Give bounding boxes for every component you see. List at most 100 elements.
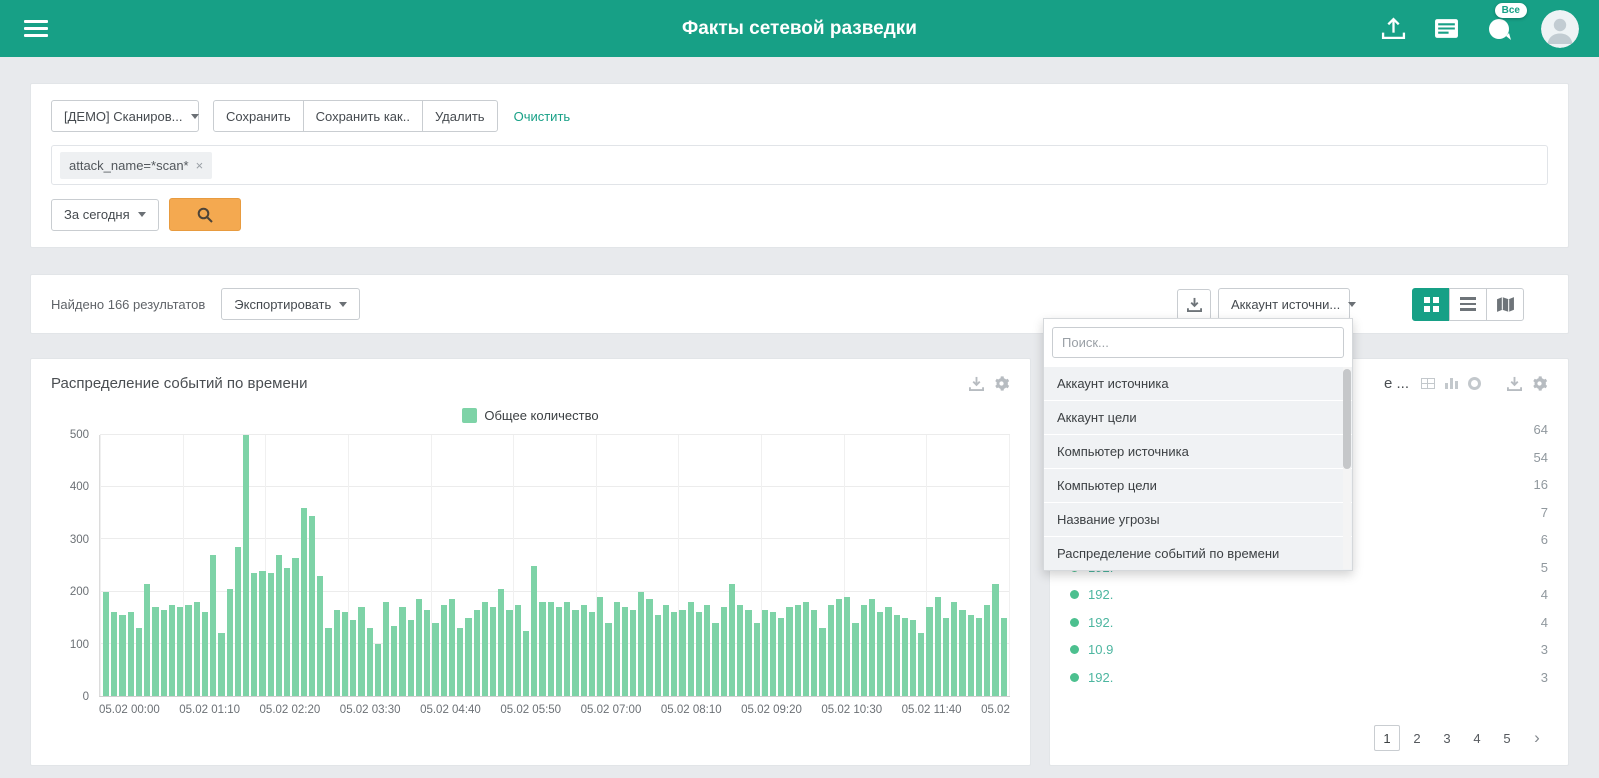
chart-bar[interactable] bbox=[103, 591, 110, 696]
chart-bar[interactable] bbox=[868, 599, 876, 696]
pagination-page[interactable]: 4 bbox=[1464, 725, 1490, 751]
chart-bar[interactable] bbox=[308, 515, 316, 696]
chart-bar[interactable] bbox=[424, 609, 431, 696]
delete-button[interactable]: Удалить bbox=[421, 100, 498, 132]
chart-bar[interactable] bbox=[292, 557, 299, 696]
pagination-page[interactable]: 2 bbox=[1404, 725, 1430, 751]
chart-bar[interactable] bbox=[695, 612, 703, 696]
chart-bar[interactable] bbox=[448, 599, 456, 696]
chart-bar[interactable] bbox=[901, 617, 908, 696]
chart-bar[interactable] bbox=[210, 555, 217, 696]
group-row[interactable]: 10.9 3 bbox=[1070, 636, 1548, 664]
chart-bar[interactable] bbox=[588, 612, 596, 696]
chart-bar[interactable] bbox=[942, 617, 950, 696]
download-icon[interactable] bbox=[969, 376, 984, 391]
chart-bar[interactable] bbox=[539, 602, 546, 696]
chart-bar[interactable] bbox=[621, 607, 628, 696]
chart-bar[interactable] bbox=[168, 604, 176, 696]
chart-bar[interactable] bbox=[646, 599, 653, 696]
chart-bar[interactable] bbox=[811, 609, 818, 696]
save-button[interactable]: Сохранить bbox=[213, 100, 304, 132]
chart-bar[interactable] bbox=[555, 607, 563, 696]
chart-bar[interactable] bbox=[959, 609, 966, 696]
pagination-page[interactable]: 5 bbox=[1494, 725, 1520, 751]
chart-bar[interactable] bbox=[827, 604, 834, 696]
view-map-button[interactable] bbox=[1486, 287, 1524, 321]
chart-bar[interactable] bbox=[613, 602, 620, 696]
pagination-page[interactable]: 1 bbox=[1374, 725, 1400, 751]
chart-bar[interactable] bbox=[786, 607, 793, 696]
chart-bar[interactable] bbox=[753, 622, 760, 696]
chart-bar[interactable] bbox=[267, 573, 274, 696]
chart-bar[interactable] bbox=[514, 604, 521, 696]
chart-bar[interactable] bbox=[778, 617, 785, 696]
chart-bar[interactable] bbox=[234, 547, 241, 696]
chart-bar[interactable] bbox=[391, 625, 398, 696]
chart-bar[interactable] bbox=[926, 607, 933, 696]
chart-bar[interactable] bbox=[300, 508, 307, 696]
chart-bar[interactable] bbox=[761, 609, 768, 696]
chart-bar[interactable] bbox=[893, 615, 900, 696]
chart-bar[interactable] bbox=[490, 607, 497, 696]
chart-bar[interactable] bbox=[465, 617, 472, 696]
chart-bar[interactable] bbox=[844, 596, 851, 696]
chart-bar[interactable] bbox=[819, 628, 826, 696]
chart-bar[interactable] bbox=[317, 575, 324, 696]
group-row[interactable]: 192. 3 bbox=[1070, 664, 1548, 692]
scrollbar[interactable] bbox=[1343, 367, 1351, 569]
chart-bar[interactable] bbox=[358, 607, 365, 696]
chart-bar[interactable] bbox=[951, 602, 958, 696]
preset-dropdown[interactable]: [ДЕМО] Сканиров... bbox=[51, 100, 199, 132]
chart-bar[interactable] bbox=[984, 604, 991, 696]
group-row[interactable]: 192. 4 bbox=[1070, 609, 1548, 637]
chart-bar[interactable] bbox=[144, 583, 151, 696]
scrollbar-thumb[interactable] bbox=[1343, 369, 1351, 469]
chart-bar[interactable] bbox=[967, 615, 974, 696]
chart-bar[interactable] bbox=[382, 602, 390, 696]
chart-bar[interactable] bbox=[704, 604, 711, 696]
chart-bar[interactable] bbox=[638, 591, 645, 696]
chart-bar[interactable] bbox=[1000, 617, 1007, 696]
query-input[interactable]: attack_name=*scan* bbox=[51, 145, 1548, 185]
chart-bar[interactable] bbox=[671, 612, 678, 696]
chart-bar[interactable] bbox=[325, 628, 332, 696]
reports-icon[interactable] bbox=[1434, 18, 1459, 39]
pagination-next[interactable]: › bbox=[1524, 725, 1550, 751]
chart-bar[interactable] bbox=[712, 622, 719, 696]
chart-bar[interactable] bbox=[877, 612, 884, 696]
chart-bar[interactable] bbox=[909, 620, 917, 696]
chart-bar[interactable] bbox=[852, 622, 859, 696]
chart-bar[interactable] bbox=[275, 555, 283, 696]
chart-bar[interactable] bbox=[432, 622, 439, 696]
chart-bar[interactable] bbox=[769, 612, 777, 696]
period-dropdown[interactable]: За сегодня bbox=[51, 198, 159, 231]
chart-bar[interactable] bbox=[135, 628, 143, 696]
group-row[interactable]: 192. 4 bbox=[1070, 581, 1548, 609]
avatar[interactable] bbox=[1541, 9, 1579, 48]
chart-bar[interactable] bbox=[407, 620, 414, 696]
chart-bar[interactable] bbox=[201, 612, 209, 696]
chart-bar[interactable] bbox=[341, 612, 349, 696]
chart-bar[interactable] bbox=[934, 596, 941, 696]
upload-icon[interactable] bbox=[1381, 17, 1406, 40]
dropdown-option[interactable]: Аккаунт цели bbox=[1044, 400, 1352, 434]
chart-bar[interactable] bbox=[242, 435, 250, 696]
chart-bar[interactable] bbox=[572, 609, 579, 696]
download-icon[interactable] bbox=[1507, 376, 1522, 391]
chart-bar[interactable] bbox=[506, 609, 513, 696]
chart-bar[interactable] bbox=[597, 596, 604, 696]
chart-bar[interactable] bbox=[835, 599, 843, 696]
chart-bar[interactable] bbox=[226, 589, 233, 696]
chart-bar[interactable] bbox=[440, 604, 447, 696]
view-grid-button[interactable] bbox=[1412, 287, 1450, 321]
chart-bar[interactable] bbox=[119, 615, 126, 696]
chart-bar[interactable] bbox=[522, 630, 530, 696]
chart-bar[interactable] bbox=[251, 573, 258, 696]
table-view-icon[interactable] bbox=[1421, 378, 1435, 389]
chart-bar[interactable] bbox=[794, 604, 801, 696]
chart-bar[interactable] bbox=[127, 612, 134, 696]
dropdown-search-input[interactable] bbox=[1052, 327, 1344, 358]
chart-bar[interactable] bbox=[399, 607, 406, 696]
chart-bar[interactable] bbox=[662, 604, 670, 696]
chart-bar[interactable] bbox=[654, 615, 661, 696]
